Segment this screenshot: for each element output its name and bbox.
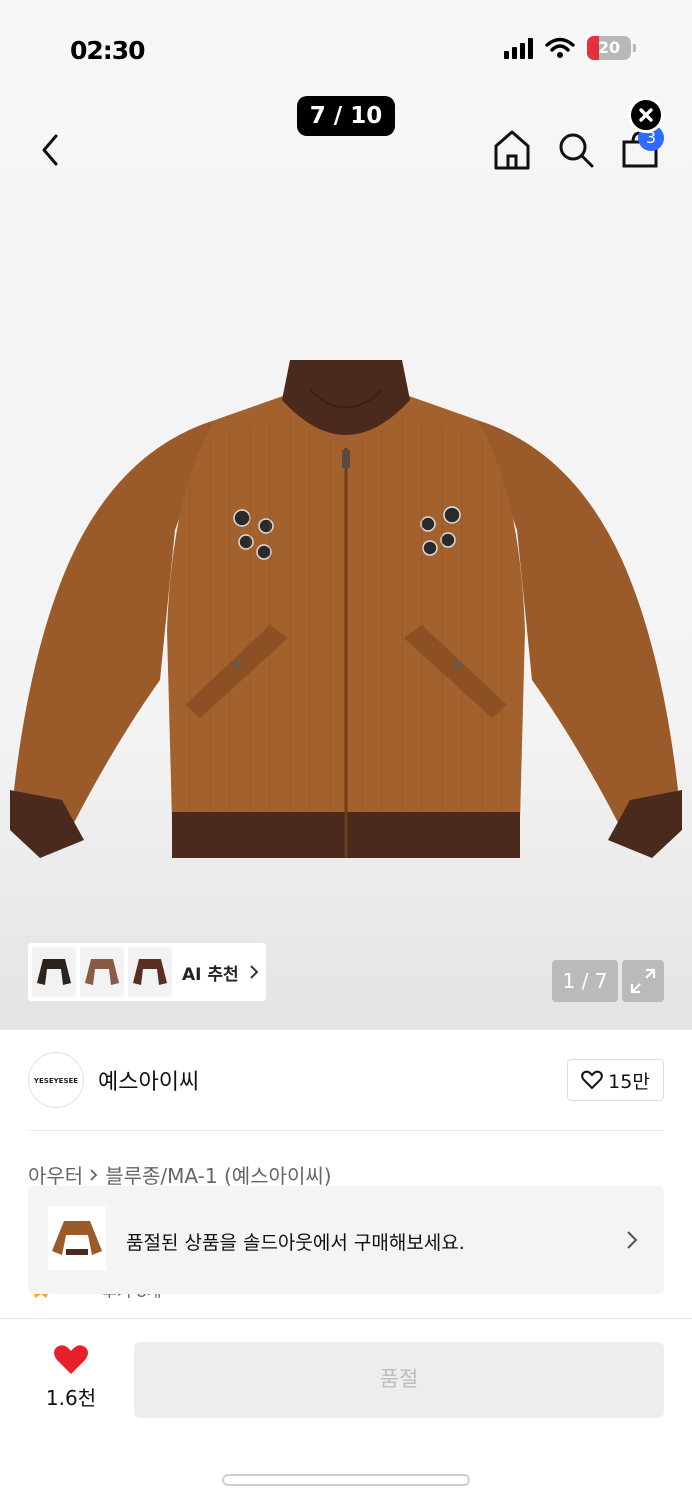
back-button[interactable] <box>32 130 68 170</box>
back-chevron-icon <box>42 134 58 166</box>
search-icon <box>559 133 594 168</box>
product-image[interactable] <box>0 330 692 870</box>
chevron-right-icon <box>90 1168 98 1181</box>
home-icon <box>494 130 530 170</box>
signal-icon <box>504 37 533 59</box>
brand-like-count: 15만 <box>608 1070 650 1093</box>
expand-icon <box>630 968 656 994</box>
heart-filled-icon <box>54 1345 88 1374</box>
chevron-right-icon <box>627 1231 638 1249</box>
toast-product-thumb <box>48 1206 106 1270</box>
home-indicator[interactable] <box>222 1474 470 1486</box>
recommend-thumb[interactable] <box>128 947 172 997</box>
divider <box>28 1130 664 1131</box>
wifi-icon <box>545 37 575 58</box>
toast-message: 품절된 상품을 솔드아웃에서 구매해보세요. <box>126 1232 465 1254</box>
brand-like-button[interactable]: 15만 <box>567 1059 664 1101</box>
heart-outline-icon <box>581 1070 604 1090</box>
breadcrumb-subcategory[interactable]: 블루종/MA-1 (예스아이씨) <box>105 1160 331 1189</box>
home-button[interactable] <box>492 128 532 172</box>
divider <box>0 1318 692 1319</box>
close-button[interactable] <box>628 97 664 133</box>
wish-button[interactable]: 1.6천 <box>40 1344 102 1411</box>
soldout-button[interactable]: 품절 <box>134 1342 664 1418</box>
breadcrumb: 아우터 블루종/MA-1 (예스아이씨) <box>28 1160 332 1189</box>
status-time: 02:30 <box>70 36 146 65</box>
brand-logo[interactable]: YESEYESEE <box>28 1052 84 1108</box>
recommend-thumb[interactable] <box>32 947 76 997</box>
close-icon <box>639 108 653 122</box>
chevron-right-icon <box>249 965 259 979</box>
recommend-thumb[interactable] <box>80 947 124 997</box>
status-icons: 20 <box>504 36 636 60</box>
expand-button[interactable] <box>622 960 664 1002</box>
image-counter: 7 / 10 <box>297 96 395 136</box>
brand-name[interactable]: 예스아이씨 <box>98 1064 199 1096</box>
soldout-toast[interactable]: 품절된 상품을 솔드아웃에서 구매해보세요. <box>28 1186 664 1294</box>
ai-recommend-label[interactable]: AI 추천 <box>182 960 239 985</box>
breadcrumb-category[interactable]: 아우터 <box>28 1160 83 1189</box>
ai-recommend-strip[interactable]: AI 추천 <box>28 943 266 1001</box>
search-button[interactable] <box>556 130 596 170</box>
gallery-page-counter: 1 / 7 <box>552 960 618 1002</box>
wish-count: 1.6천 <box>45 1386 97 1410</box>
battery-icon: 20 <box>587 36 631 60</box>
